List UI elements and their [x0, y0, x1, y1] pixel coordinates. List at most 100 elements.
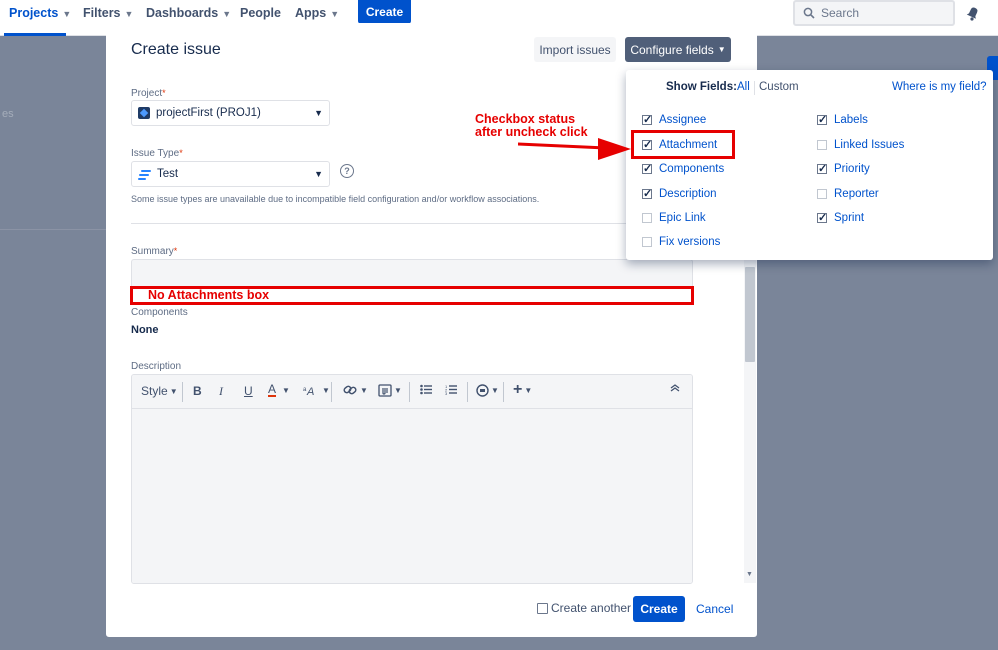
attachment-annotation-box	[631, 130, 735, 159]
no-attachments-annotation-text: No Attachments box	[148, 288, 270, 302]
field-option-description[interactable]: ✓ Description	[642, 188, 717, 200]
description-editor: Style ▼ B I U A ▼ a A ▼ ▼ ▼ 1 2 3 ▼ + ▼	[131, 374, 693, 584]
configure-fields-dropdown: Show Fields: All Custom Where is my fiel…	[626, 70, 993, 260]
summary-input[interactable]	[131, 259, 693, 289]
description-label: Description	[131, 361, 182, 372]
checkbox-unchecked[interactable]	[642, 213, 652, 223]
search-icon	[803, 7, 815, 19]
bullet-list-button[interactable]	[420, 384, 433, 395]
toolbar-separator	[182, 382, 183, 402]
where-is-my-field-link[interactable]: Where is my field?	[892, 81, 987, 93]
bold-button[interactable]: B	[193, 384, 202, 398]
field-option-fix-versions[interactable]: Fix versions	[642, 236, 720, 248]
attachment-button[interactable]: ▼	[378, 384, 402, 397]
create-another-label: Create another	[551, 601, 632, 615]
notifications-bell-icon[interactable]	[964, 4, 982, 22]
nav-projects[interactable]: Projects ▼	[9, 6, 71, 20]
nav-apps-label: Apps	[295, 6, 327, 20]
field-option-labels[interactable]: ✓ Labels	[817, 114, 868, 126]
show-custom-link[interactable]: Custom	[759, 81, 799, 93]
help-icon[interactable]: ?	[340, 164, 354, 178]
global-search-input[interactable]: Search	[793, 0, 955, 26]
chevron-down-icon: ▼	[491, 386, 499, 395]
numbered-list-button[interactable]: 1 2 3	[445, 384, 458, 395]
editor-toolbar: Style ▼ B I U A ▼ a A ▼ ▼ ▼ 1 2 3 ▼ + ▼	[132, 375, 692, 409]
emoji-icon	[476, 384, 489, 397]
field-option-components[interactable]: ✓ Components	[642, 163, 724, 175]
background-partial-label: es	[2, 108, 14, 120]
style-label: Style	[141, 384, 168, 398]
chevron-down-icon: ▼	[322, 385, 330, 395]
global-create-button[interactable]: Create	[358, 0, 411, 24]
annotation-arrow-icon	[518, 138, 631, 160]
background-partial-text: es	[0, 100, 106, 130]
svg-text:A: A	[306, 386, 314, 396]
checkbox-checked[interactable]: ✓	[642, 189, 652, 200]
required-marker: *	[162, 88, 166, 98]
checkbox-checked[interactable]: ✓	[642, 115, 652, 126]
field-option-linked-issues[interactable]: Linked Issues	[817, 139, 904, 151]
text-color-button[interactable]: A ▼	[268, 383, 290, 397]
collapse-toolbar-button[interactable]	[670, 384, 680, 392]
description-textarea[interactable]	[132, 410, 692, 583]
field-option-label: Reporter	[834, 188, 879, 200]
field-option-epic-link[interactable]: Epic Link	[642, 212, 706, 224]
checkbox-checked[interactable]: ✓	[817, 164, 827, 175]
text-formatting-icon: a A	[303, 386, 314, 396]
components-label: Components	[131, 307, 188, 318]
style-dropdown[interactable]: Style ▼	[141, 384, 178, 398]
nav-people-label: People	[240, 6, 281, 20]
checkbox-unchecked[interactable]	[817, 189, 827, 199]
underline-button[interactable]: U	[244, 384, 253, 398]
nav-dashboards[interactable]: Dashboards ▼	[146, 6, 231, 20]
components-value[interactable]: None	[131, 324, 159, 336]
create-another-checkbox[interactable]: Create another	[537, 601, 631, 615]
field-option-reporter[interactable]: Reporter	[817, 188, 879, 200]
show-fields-label: Show Fields:	[666, 81, 737, 93]
bullet-list-icon	[420, 384, 432, 395]
link-button[interactable]: ▼	[343, 384, 368, 396]
more-formatting-button[interactable]: a A ▼	[303, 384, 330, 397]
toolbar-separator	[331, 382, 332, 402]
chevron-down-icon: ▼	[169, 386, 178, 396]
chevron-down-icon: ▼	[314, 108, 323, 118]
chevron-down-icon: ▼	[394, 386, 402, 395]
field-option-label: Priority	[834, 163, 870, 175]
checkbox-checked[interactable]: ✓	[642, 164, 652, 175]
plus-icon: +	[513, 381, 523, 398]
scroll-down-icon[interactable]: ▼	[746, 571, 753, 578]
checkbox-checked[interactable]: ✓	[817, 213, 827, 224]
nav-filters[interactable]: Filters ▼	[83, 6, 133, 20]
configure-fields-label: Configure fields	[630, 42, 714, 57]
search-placeholder: Search	[821, 6, 860, 20]
project-select[interactable]: projectFirst (PROJ1) ▼	[131, 100, 330, 126]
field-option-priority[interactable]: ✓ Priority	[817, 163, 870, 175]
nav-projects-label: Projects	[9, 6, 59, 20]
section-divider	[131, 223, 693, 224]
field-option-assignee[interactable]: ✓ Assignee	[642, 114, 706, 126]
nav-people[interactable]: People	[240, 6, 281, 20]
checkbox-unchecked[interactable]	[642, 237, 652, 247]
field-option-label: Components	[659, 163, 725, 175]
checkbox-box[interactable]	[537, 602, 548, 614]
cancel-button[interactable]: Cancel	[696, 602, 733, 616]
chevron-down-icon: ▼	[330, 9, 340, 19]
issuetype-select[interactable]: Test ▼	[131, 161, 330, 187]
emoji-button[interactable]: ▼	[476, 384, 499, 397]
checkbox-checked[interactable]: ✓	[817, 115, 827, 126]
field-option-label: Sprint	[834, 212, 865, 224]
field-option-sprint[interactable]: ✓ Sprint	[817, 212, 864, 224]
create-button[interactable]: Create	[633, 596, 685, 622]
insert-more-button[interactable]: + ▼	[513, 381, 532, 398]
checkbox-unchecked[interactable]	[817, 140, 827, 150]
configure-fields-button[interactable]: Configure fields ▼	[625, 37, 731, 62]
import-issues-button[interactable]: Import issues	[534, 37, 616, 62]
nav-apps[interactable]: Apps ▼	[295, 6, 339, 20]
field-option-label: Description	[659, 188, 717, 200]
scrollbar-thumb[interactable]	[745, 267, 755, 362]
attachment-icon	[378, 384, 392, 397]
field-option-label: Assignee	[659, 114, 707, 126]
show-all-link[interactable]: All	[737, 81, 750, 93]
summary-label: Summary*	[131, 246, 177, 257]
italic-button[interactable]: I	[219, 384, 223, 399]
